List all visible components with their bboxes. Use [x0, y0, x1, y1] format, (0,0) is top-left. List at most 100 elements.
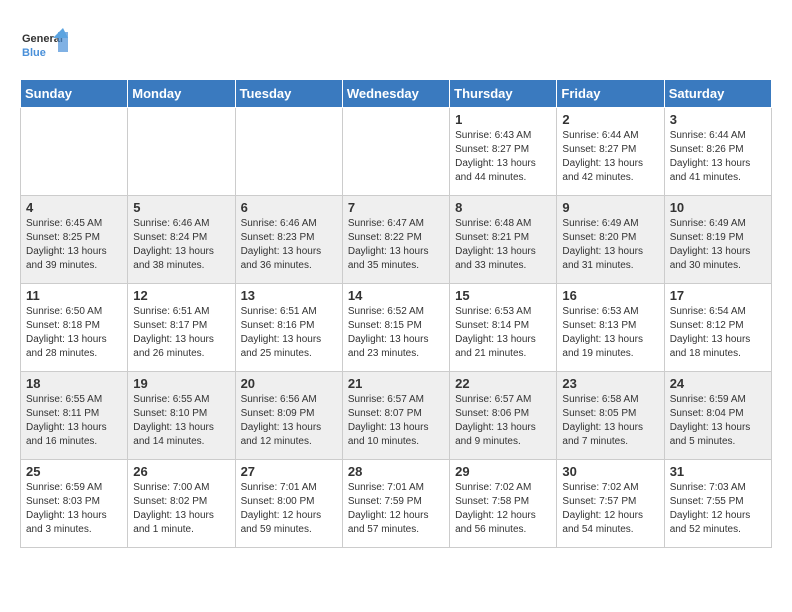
- day-number: 14: [348, 288, 444, 303]
- day-number: 13: [241, 288, 337, 303]
- calendar-cell: 6 Sunrise: 6:46 AM Sunset: 8:23 PM Daylig…: [235, 196, 342, 284]
- day-number: 25: [26, 464, 122, 479]
- cell-content: Sunrise: 6:52 AM Sunset: 8:15 PM Dayligh…: [348, 305, 444, 361]
- day-number: 7: [348, 200, 444, 215]
- day-number: 18: [26, 376, 122, 391]
- day-number: 5: [133, 200, 229, 215]
- cell-content: Sunrise: 6:44 AM Sunset: 8:27 PM Dayligh…: [562, 129, 658, 185]
- day-number: 21: [348, 376, 444, 391]
- day-of-week-header: Sunday: [21, 80, 128, 108]
- cell-content: Sunrise: 7:01 AM Sunset: 7:59 PM Dayligh…: [348, 481, 444, 537]
- cell-content: Sunrise: 6:49 AM Sunset: 8:20 PM Dayligh…: [562, 217, 658, 273]
- calendar-cell: 22 Sunrise: 6:57 AM Sunset: 8:06 PM Dayli…: [450, 372, 557, 460]
- day-number: 1: [455, 112, 551, 127]
- cell-content: Sunrise: 7:03 AM Sunset: 7:55 PM Dayligh…: [670, 481, 766, 537]
- day-number: 22: [455, 376, 551, 391]
- calendar-cell: 10 Sunrise: 6:49 AM Sunset: 8:19 PM Dayli…: [664, 196, 771, 284]
- calendar-cell: 31 Sunrise: 7:03 AM Sunset: 7:55 PM Dayli…: [664, 460, 771, 548]
- svg-text:Blue: Blue: [22, 47, 46, 59]
- day-number: 15: [455, 288, 551, 303]
- day-number: 4: [26, 200, 122, 215]
- calendar-cell: 24 Sunrise: 6:59 AM Sunset: 8:04 PM Dayli…: [664, 372, 771, 460]
- cell-content: Sunrise: 6:46 AM Sunset: 8:23 PM Dayligh…: [241, 217, 337, 273]
- day-number: 11: [26, 288, 122, 303]
- cell-content: Sunrise: 6:50 AM Sunset: 8:18 PM Dayligh…: [26, 305, 122, 361]
- logo: General Blue: [20, 24, 70, 69]
- cell-content: Sunrise: 6:43 AM Sunset: 8:27 PM Dayligh…: [455, 129, 551, 185]
- cell-content: Sunrise: 6:53 AM Sunset: 8:13 PM Dayligh…: [562, 305, 658, 361]
- calendar-cell: 21 Sunrise: 6:57 AM Sunset: 8:07 PM Dayli…: [342, 372, 449, 460]
- cell-content: Sunrise: 7:02 AM Sunset: 7:58 PM Dayligh…: [455, 481, 551, 537]
- calendar-cell: 5 Sunrise: 6:46 AM Sunset: 8:24 PM Daylig…: [128, 196, 235, 284]
- calendar-cell: 17 Sunrise: 6:54 AM Sunset: 8:12 PM Dayli…: [664, 284, 771, 372]
- day-number: 16: [562, 288, 658, 303]
- day-of-week-header: Wednesday: [342, 80, 449, 108]
- day-of-week-header: Tuesday: [235, 80, 342, 108]
- cell-content: Sunrise: 6:44 AM Sunset: 8:26 PM Dayligh…: [670, 129, 766, 185]
- calendar-cell: 3 Sunrise: 6:44 AM Sunset: 8:26 PM Daylig…: [664, 108, 771, 196]
- calendar-cell: 11 Sunrise: 6:50 AM Sunset: 8:18 PM Dayli…: [21, 284, 128, 372]
- day-number: 24: [670, 376, 766, 391]
- calendar-cell: 27Sunrise: 7:01 AM Sunset: 8:00 PM Dayli…: [235, 460, 342, 548]
- cell-content: Sunrise: 6:48 AM Sunset: 8:21 PM Dayligh…: [455, 217, 551, 273]
- cell-content: Sunrise: 6:46 AM Sunset: 8:24 PM Dayligh…: [133, 217, 229, 273]
- cell-content: Sunrise: 6:58 AM Sunset: 8:05 PM Dayligh…: [562, 393, 658, 449]
- cell-content: Sunrise: 6:49 AM Sunset: 8:19 PM Dayligh…: [670, 217, 766, 273]
- cell-content: Sunrise: 6:56 AM Sunset: 8:09 PM Dayligh…: [241, 393, 337, 449]
- calendar-cell: 29 Sunrise: 7:02 AM Sunset: 7:58 PM Dayli…: [450, 460, 557, 548]
- cell-content: Sunrise: 6:59 AM Sunset: 8:03 PM Dayligh…: [26, 481, 122, 537]
- calendar-cell: 28 Sunrise: 7:01 AM Sunset: 7:59 PM Dayli…: [342, 460, 449, 548]
- calendar-cell: 9 Sunrise: 6:49 AM Sunset: 8:20 PM Daylig…: [557, 196, 664, 284]
- calendar-cell: 2 Sunrise: 6:44 AM Sunset: 8:27 PM Daylig…: [557, 108, 664, 196]
- cell-content: Sunrise: 6:57 AM Sunset: 8:07 PM Dayligh…: [348, 393, 444, 449]
- calendar-cell: 12 Sunrise: 6:51 AM Sunset: 8:17 PM Dayli…: [128, 284, 235, 372]
- cell-content: Sunrise: 6:47 AM Sunset: 8:22 PM Dayligh…: [348, 217, 444, 273]
- calendar-cell: 30 Sunrise: 7:02 AM Sunset: 7:57 PM Dayli…: [557, 460, 664, 548]
- cell-content: Sunrise: 7:01 AM Sunset: 8:00 PM Dayligh…: [241, 481, 337, 537]
- day-number: 8: [455, 200, 551, 215]
- calendar-cell: 7 Sunrise: 6:47 AM Sunset: 8:22 PM Daylig…: [342, 196, 449, 284]
- calendar-cell: [128, 108, 235, 196]
- day-number: 23: [562, 376, 658, 391]
- calendar-cell: [21, 108, 128, 196]
- day-number: 19: [133, 376, 229, 391]
- day-of-week-header: Monday: [128, 80, 235, 108]
- cell-content: Sunrise: 6:59 AM Sunset: 8:04 PM Dayligh…: [670, 393, 766, 449]
- cell-content: Sunrise: 6:45 AM Sunset: 8:25 PM Dayligh…: [26, 217, 122, 273]
- cell-content: Sunrise: 6:55 AM Sunset: 8:11 PM Dayligh…: [26, 393, 122, 449]
- day-number: 31: [670, 464, 766, 479]
- cell-content: Sunrise: 6:51 AM Sunset: 8:16 PM Dayligh…: [241, 305, 337, 361]
- calendar-cell: 15Sunrise: 6:53 AM Sunset: 8:14 PM Dayli…: [450, 284, 557, 372]
- calendar-cell: 8 Sunrise: 6:48 AM Sunset: 8:21 PM Daylig…: [450, 196, 557, 284]
- cell-content: Sunrise: 6:55 AM Sunset: 8:10 PM Dayligh…: [133, 393, 229, 449]
- calendar-cell: [342, 108, 449, 196]
- calendar-cell: 23 Sunrise: 6:58 AM Sunset: 8:05 PM Dayli…: [557, 372, 664, 460]
- day-number: 9: [562, 200, 658, 215]
- day-number: 3: [670, 112, 766, 127]
- calendar-cell: 20Sunrise: 6:56 AM Sunset: 8:09 PM Dayli…: [235, 372, 342, 460]
- day-number: 10: [670, 200, 766, 215]
- day-number: 2: [562, 112, 658, 127]
- day-of-week-header: Friday: [557, 80, 664, 108]
- cell-content: Sunrise: 6:51 AM Sunset: 8:17 PM Dayligh…: [133, 305, 229, 361]
- day-number: 30: [562, 464, 658, 479]
- calendar-cell: 16 Sunrise: 6:53 AM Sunset: 8:13 PM Dayli…: [557, 284, 664, 372]
- calendar-table: SundayMondayTuesdayWednesdayThursdayFrid…: [20, 79, 772, 548]
- cell-content: Sunrise: 6:57 AM Sunset: 8:06 PM Dayligh…: [455, 393, 551, 449]
- day-number: 26: [133, 464, 229, 479]
- cell-content: Sunrise: 6:54 AM Sunset: 8:12 PM Dayligh…: [670, 305, 766, 361]
- day-number: 12: [133, 288, 229, 303]
- day-of-week-header: Thursday: [450, 80, 557, 108]
- day-number: 28: [348, 464, 444, 479]
- calendar-cell: 4 Sunrise: 6:45 AM Sunset: 8:25 PM Daylig…: [21, 196, 128, 284]
- day-number: 6: [241, 200, 337, 215]
- calendar-cell: 19 Sunrise: 6:55 AM Sunset: 8:10 PM Dayli…: [128, 372, 235, 460]
- calendar-cell: 1 Sunrise: 6:43 AM Sunset: 8:27 PM Daylig…: [450, 108, 557, 196]
- day-number: 17: [670, 288, 766, 303]
- day-number: 29: [455, 464, 551, 479]
- calendar-cell: 14 Sunrise: 6:52 AM Sunset: 8:15 PM Dayli…: [342, 284, 449, 372]
- calendar-cell: 25 Sunrise: 6:59 AM Sunset: 8:03 PM Dayli…: [21, 460, 128, 548]
- day-of-week-header: Saturday: [664, 80, 771, 108]
- calendar-cell: 26Sunrise: 7:00 AM Sunset: 8:02 PM Dayli…: [128, 460, 235, 548]
- cell-content: Sunrise: 7:02 AM Sunset: 7:57 PM Dayligh…: [562, 481, 658, 537]
